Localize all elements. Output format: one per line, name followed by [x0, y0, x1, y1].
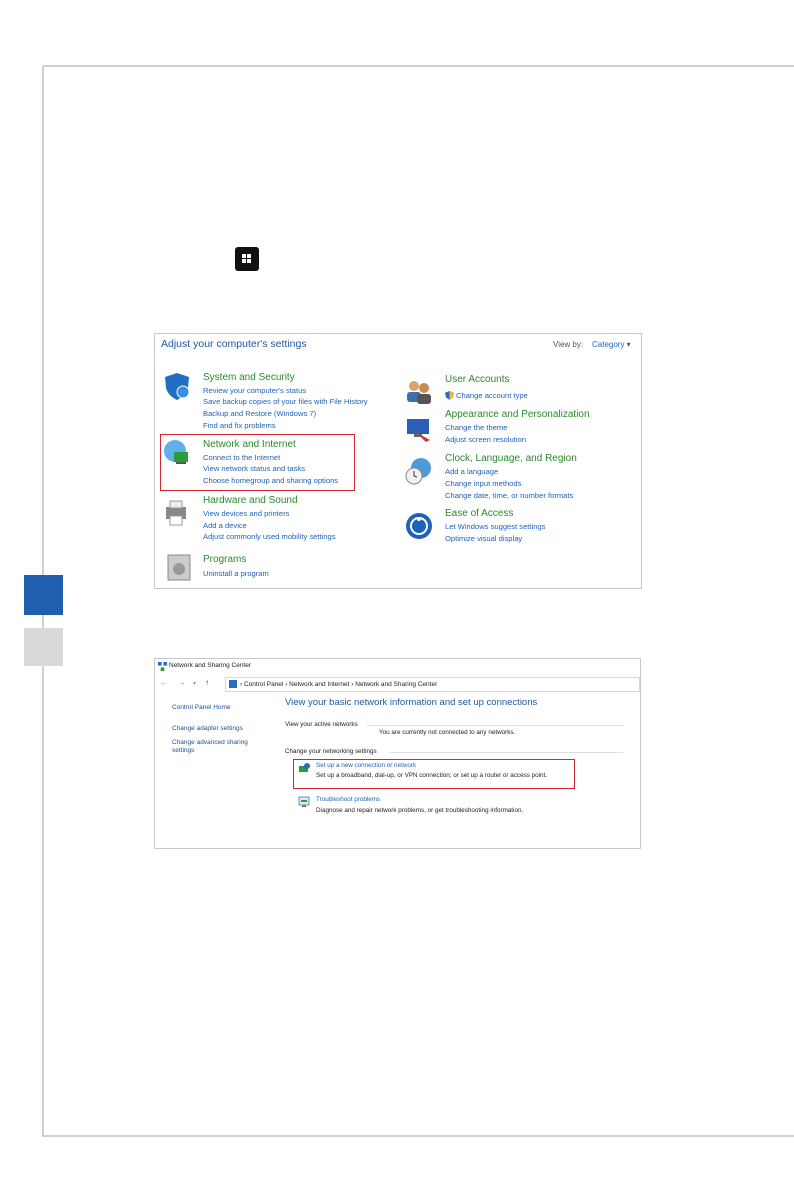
link-change-theme[interactable]: Change the theme — [445, 423, 507, 432]
address-bar[interactable]: › Control Panel › Network and Internet ›… — [225, 677, 640, 692]
link-devices-printers[interactable]: View devices and printers — [203, 509, 289, 518]
link-add-device[interactable]: Add a device — [203, 521, 247, 530]
category-hardware-sound[interactable]: Hardware and Sound — [203, 495, 298, 506]
new-connection-icon — [299, 763, 310, 772]
sidebar-adapter-settings[interactable]: Change adapter settings — [172, 725, 243, 732]
link-network-status[interactable]: View network status and tasks — [203, 464, 305, 473]
link-homegroup[interactable]: Choose homegroup and sharing options — [203, 476, 338, 485]
chapter-tab-inactive — [24, 628, 63, 666]
link-suggest-settings[interactable]: Let Windows suggest settings — [445, 522, 545, 531]
ease-of-access-icon — [406, 513, 432, 539]
category-network-internet[interactable]: Network and Internet — [203, 439, 296, 450]
control-panel-screenshot: Adjust your computer's settings View by:… — [154, 333, 642, 589]
setup-connection-link[interactable]: Set up a new connection or network — [316, 762, 416, 769]
category-system-security[interactable]: System and Security — [203, 372, 295, 383]
sidebar-control-panel-home[interactable]: Control Panel Home — [172, 704, 231, 711]
up-arrow-icon[interactable]: ↑ — [205, 678, 209, 687]
link-add-language[interactable]: Add a language — [445, 467, 498, 476]
link-backup-restore[interactable]: Backup and Restore (Windows 7) — [203, 409, 316, 418]
category-clock-region[interactable]: Clock, Language, and Region — [445, 453, 577, 464]
user-accounts-icon — [407, 381, 431, 404]
programs-icon — [167, 554, 191, 581]
link-screen-resolution[interactable]: Adjust screen resolution — [445, 435, 526, 444]
category-appearance[interactable]: Appearance and Personalization — [445, 409, 590, 420]
recent-dropdown-icon[interactable]: ▾ — [193, 680, 196, 687]
back-arrow-icon[interactable]: ← — [160, 678, 168, 687]
sidebar-advanced-sharing-cont[interactable]: settings — [172, 747, 194, 754]
link-change-account-type[interactable]: Change account type — [456, 391, 528, 400]
network-center-window-icon — [158, 662, 167, 671]
divider — [389, 752, 623, 753]
link-input-methods[interactable]: Change input methods — [445, 479, 521, 488]
category-ease-of-access[interactable]: Ease of Access — [445, 508, 513, 519]
uac-shield-icon — [445, 391, 454, 400]
change-settings-label: Change your networking settings — [285, 748, 377, 755]
view-by-dropdown[interactable]: Category ▾ — [592, 340, 631, 349]
link-optimize-display[interactable]: Optimize visual display — [445, 534, 522, 543]
setup-connection-description: Set up a broadband, dial-up, or VPN conn… — [316, 772, 548, 779]
clock-globe-icon — [405, 458, 431, 485]
link-mobility-settings[interactable]: Adjust commonly used mobility settings — [203, 532, 336, 541]
printer-icon — [166, 500, 186, 526]
windows-key-icon — [235, 247, 259, 271]
forward-arrow-icon[interactable]: → — [178, 678, 186, 687]
network-center-heading: View your basic network information and … — [285, 697, 538, 708]
control-panel-title: Adjust your computer's settings — [161, 338, 307, 350]
network-sharing-screenshot: Network and Sharing Center ← → ▾ ↑ › Con… — [154, 658, 641, 849]
sidebar-advanced-sharing[interactable]: Change advanced sharing — [172, 739, 248, 746]
link-file-history[interactable]: Save backup copies of your files with Fi… — [203, 397, 368, 406]
breadcrumb: › Control Panel › Network and Internet ›… — [240, 681, 438, 688]
troubleshoot-icon — [298, 796, 310, 807]
troubleshoot-link[interactable]: Troubleshoot problems — [316, 796, 380, 803]
window-title: Network and Sharing Center — [169, 662, 252, 669]
control-panel-icon — [229, 680, 237, 689]
link-date-time-formats[interactable]: Change date, time, or number formats — [445, 491, 573, 500]
shield-icon — [165, 373, 190, 400]
troubleshoot-description: Diagnose and repair network problems, or… — [316, 807, 524, 814]
network-globe-icon — [164, 440, 188, 464]
category-programs[interactable]: Programs — [203, 554, 246, 565]
page-frame-bottom — [42, 1135, 794, 1137]
link-uninstall-program[interactable]: Uninstall a program — [203, 569, 269, 578]
page-frame-top — [43, 65, 794, 67]
category-user-accounts[interactable]: User Accounts — [445, 374, 509, 385]
link-find-fix[interactable]: Find and fix problems — [203, 421, 276, 430]
divider — [367, 725, 623, 726]
link-connect-internet[interactable]: Connect to the Internet — [203, 453, 280, 462]
view-by-label: View by: — [553, 340, 584, 349]
chapter-tab-active — [24, 575, 63, 615]
appearance-icon — [407, 419, 430, 442]
active-networks-label: View your active networks — [285, 721, 358, 728]
not-connected-text: You are currently not connected to any n… — [379, 729, 516, 736]
link-review-status[interactable]: Review your computer's status — [203, 386, 306, 395]
